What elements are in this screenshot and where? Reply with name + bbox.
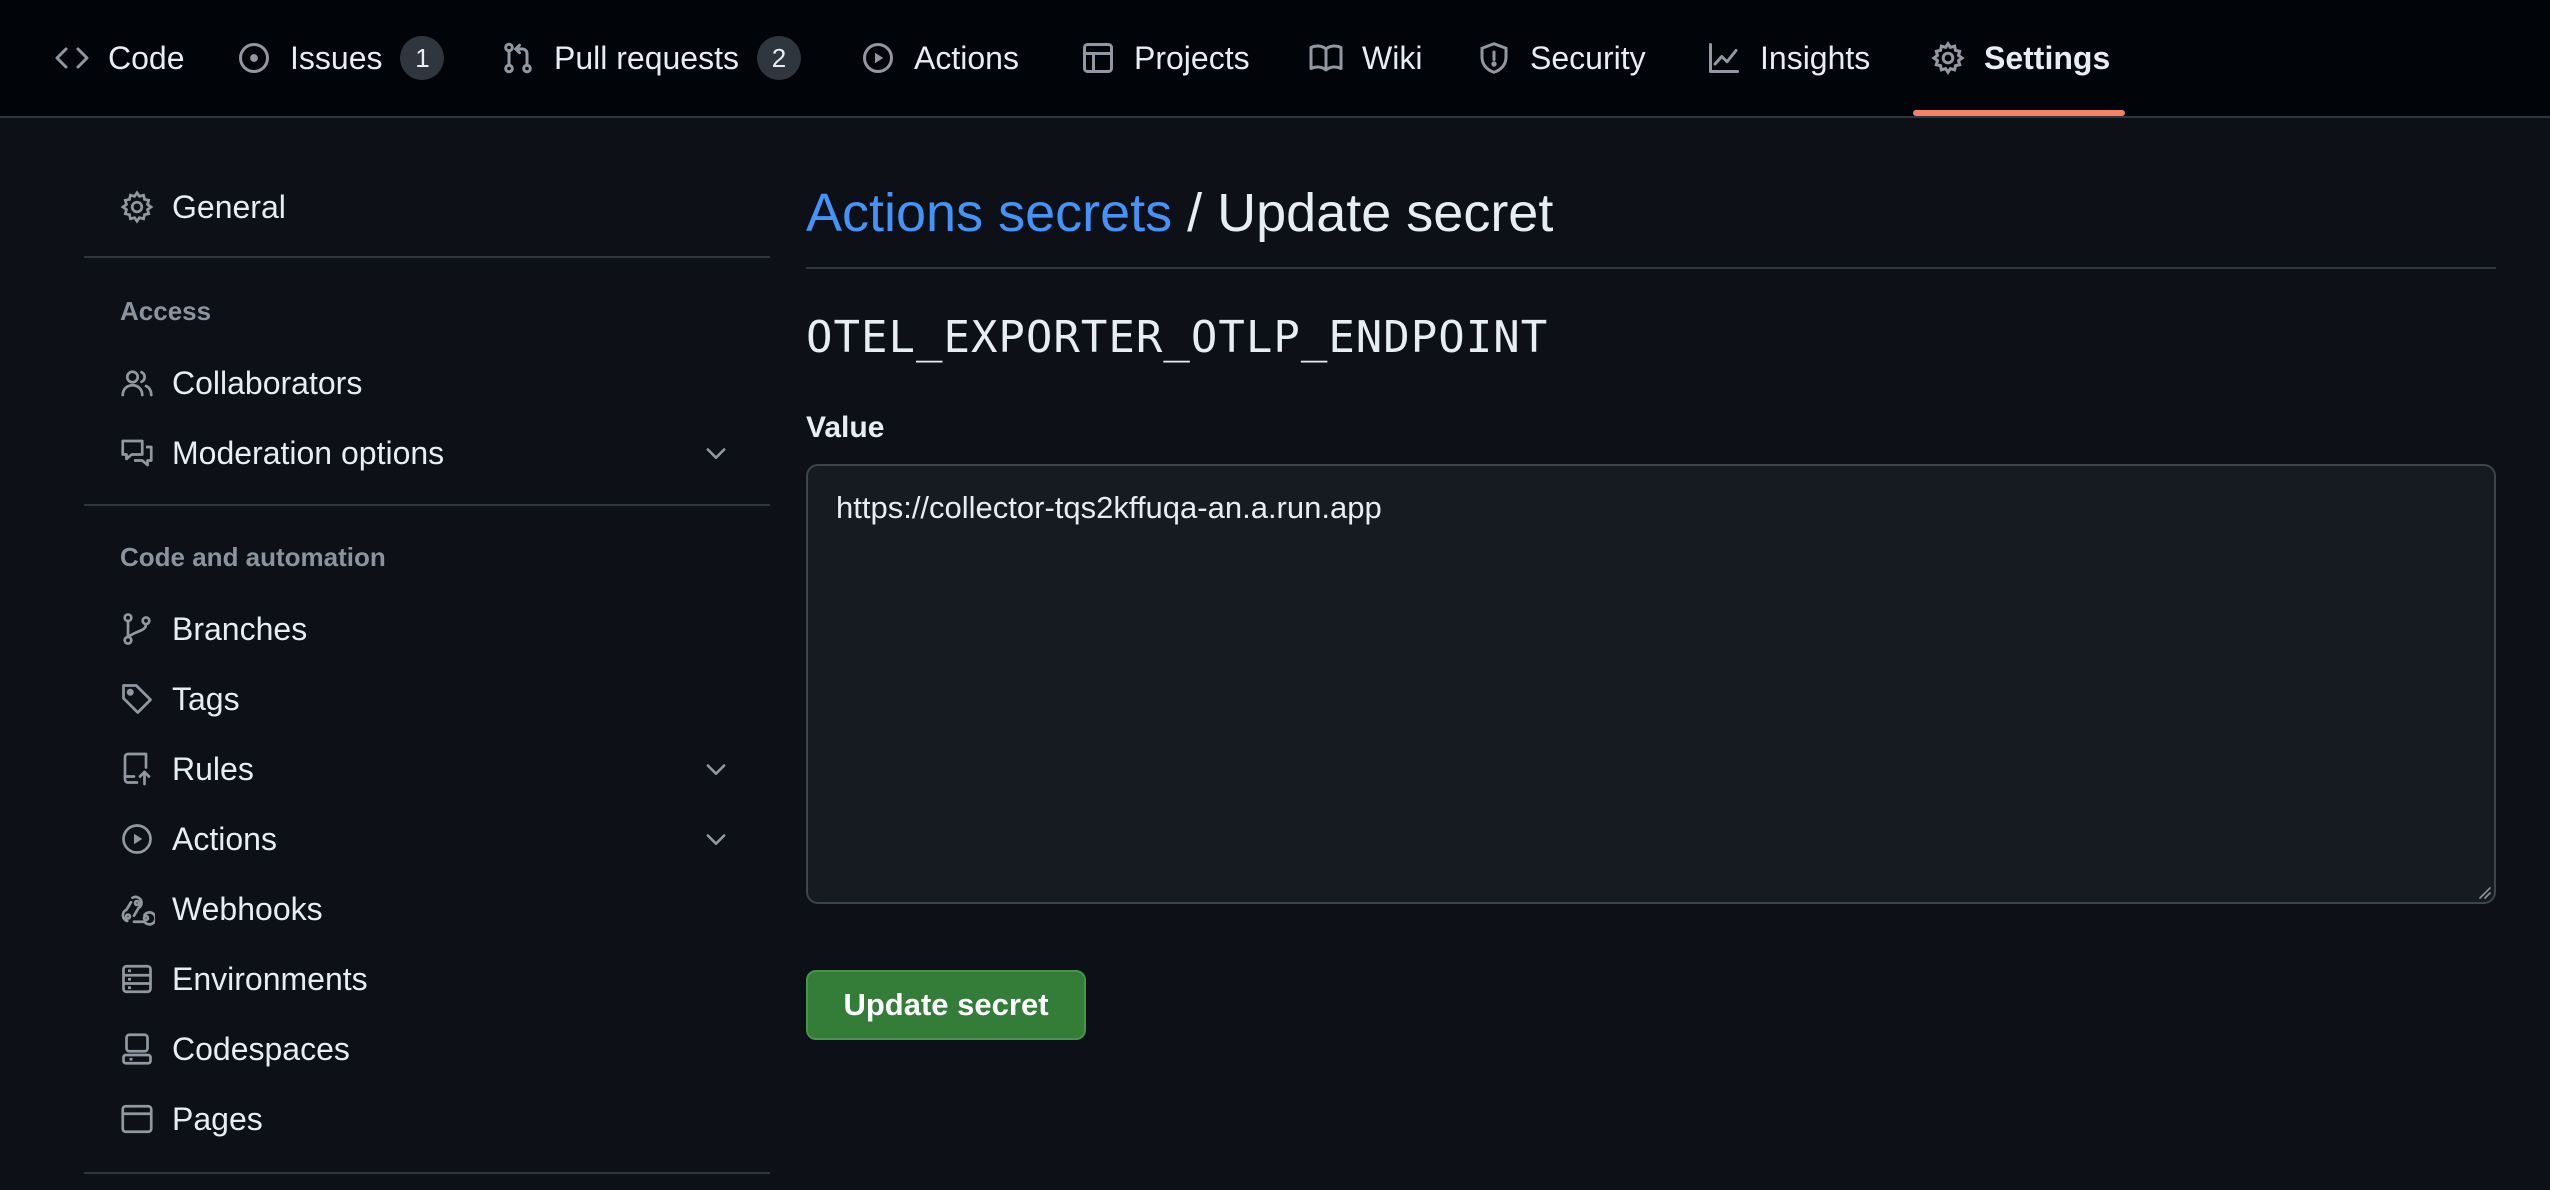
- sidebar-item-label: Codespaces: [172, 1030, 350, 1067]
- sidebar-item-rules[interactable]: Rules: [84, 740, 770, 798]
- sidebar-item-label: Collaborators: [172, 364, 363, 401]
- chevron-down-icon[interactable]: [700, 823, 732, 855]
- tab-insights-label: Insights: [1760, 39, 1871, 76]
- gear-icon: [1928, 38, 1968, 78]
- sidebar-item-label: Moderation options: [172, 434, 445, 471]
- git-pull-request-icon: [498, 38, 538, 78]
- repo-nav: Code Issues 1 Pull requests 2 Actions Pr…: [0, 0, 2550, 118]
- server-icon: [118, 960, 156, 998]
- tab-settings-label: Settings: [1984, 39, 2111, 76]
- tab-issues-label: Issues: [290, 39, 383, 76]
- shield-icon: [1474, 38, 1514, 78]
- pull-requests-count-badge: 2: [756, 36, 801, 80]
- sidebar-item-branches[interactable]: Branches: [84, 600, 770, 658]
- page-title: Actions secrets / Update secret: [806, 182, 1553, 244]
- sidebar-item-label: Actions: [172, 820, 277, 857]
- tab-pull-requests-label: Pull requests: [554, 39, 739, 76]
- sidebar-item-moderation-options[interactable]: Moderation options: [84, 424, 770, 482]
- git-branch-icon: [118, 610, 156, 648]
- sidebar-item-actions[interactable]: Actions: [84, 810, 770, 868]
- sidebar-item-collaborators[interactable]: Collaborators: [84, 354, 770, 412]
- tab-wiki-label: Wiki: [1362, 39, 1423, 76]
- code-icon: [52, 38, 92, 78]
- value-label: Value: [806, 411, 885, 444]
- sidebar-item-tags[interactable]: Tags: [84, 670, 770, 728]
- graph-icon: [1704, 38, 1744, 78]
- sidebar-item-label: Webhooks: [172, 890, 323, 927]
- sidebar-item-label: Pages: [172, 1100, 263, 1137]
- book-icon: [1306, 38, 1346, 78]
- tab-issues[interactable]: Issues 1: [234, 0, 445, 116]
- sidebar-item-label: Branches: [172, 610, 308, 647]
- tab-insights[interactable]: Insights: [1704, 0, 1870, 116]
- tab-code-label: Code: [108, 39, 185, 76]
- settings-sidebar: General Access Collaborators Moderation …: [84, 118, 770, 1190]
- sidebar-divider: [84, 256, 770, 258]
- tab-actions[interactable]: Actions: [858, 0, 1019, 116]
- sidebar-divider: [84, 1172, 770, 1174]
- gear-icon: [118, 188, 156, 226]
- sidebar-item-label: Rules: [172, 750, 254, 787]
- sidebar-divider: [84, 504, 770, 506]
- tab-security-label: Security: [1530, 39, 1646, 76]
- issue-opened-icon: [234, 38, 274, 78]
- sidebar-item-label: Tags: [172, 680, 240, 717]
- browser-icon: [118, 1100, 156, 1138]
- codespaces-icon: [118, 1030, 156, 1068]
- breadcrumb-actions-secrets[interactable]: Actions secrets: [806, 183, 1172, 243]
- people-icon: [118, 364, 156, 402]
- tab-projects-label: Projects: [1134, 39, 1250, 76]
- tab-security[interactable]: Security: [1474, 0, 1646, 116]
- sidebar-item-label: General: [172, 188, 286, 225]
- secret-value-textarea[interactable]: https://collector-tqs2kffuqa-an.a.run.ap…: [806, 464, 2496, 904]
- active-tab-indicator: [1913, 110, 2125, 116]
- tab-pull-requests[interactable]: Pull requests 2: [498, 0, 801, 116]
- sidebar-item-codespaces[interactable]: Codespaces: [84, 1020, 770, 1078]
- resize-handle-icon[interactable]: [2474, 882, 2492, 900]
- update-secret-button[interactable]: Update secret: [806, 970, 1086, 1040]
- issues-count-badge: 1: [400, 36, 445, 80]
- tab-wiki[interactable]: Wiki: [1306, 0, 1422, 116]
- sidebar-heading-access: Access: [120, 296, 212, 326]
- comment-discussion-icon: [118, 434, 156, 472]
- webhook-icon: [118, 890, 156, 928]
- sidebar-item-environments[interactable]: Environments: [84, 950, 770, 1008]
- sidebar-item-label: Environments: [172, 960, 368, 997]
- sidebar-item-pages[interactable]: Pages: [84, 1090, 770, 1148]
- tab-projects[interactable]: Projects: [1078, 0, 1250, 116]
- sidebar-item-general[interactable]: General: [84, 178, 770, 236]
- play-icon: [858, 38, 898, 78]
- tag-icon: [118, 680, 156, 718]
- sidebar-heading-code-automation: Code and automation: [120, 542, 386, 572]
- sidebar-item-webhooks[interactable]: Webhooks: [84, 880, 770, 938]
- table-icon: [1078, 38, 1118, 78]
- tab-settings[interactable]: Settings: [1928, 0, 2110, 116]
- page-title-text: / Update secret: [1172, 183, 1554, 243]
- play-icon: [118, 820, 156, 858]
- tab-code[interactable]: Code: [52, 0, 185, 116]
- secret-value-text: https://collector-tqs2kffuqa-an.a.run.ap…: [836, 490, 1382, 525]
- title-divider: [806, 267, 2496, 269]
- repo-push-icon: [118, 750, 156, 788]
- chevron-down-icon[interactable]: [700, 753, 732, 785]
- chevron-down-icon[interactable]: [700, 437, 732, 469]
- tab-actions-label: Actions: [914, 39, 1019, 76]
- secret-name: OTEL_EXPORTER_OTLP_ENDPOINT: [806, 312, 1549, 363]
